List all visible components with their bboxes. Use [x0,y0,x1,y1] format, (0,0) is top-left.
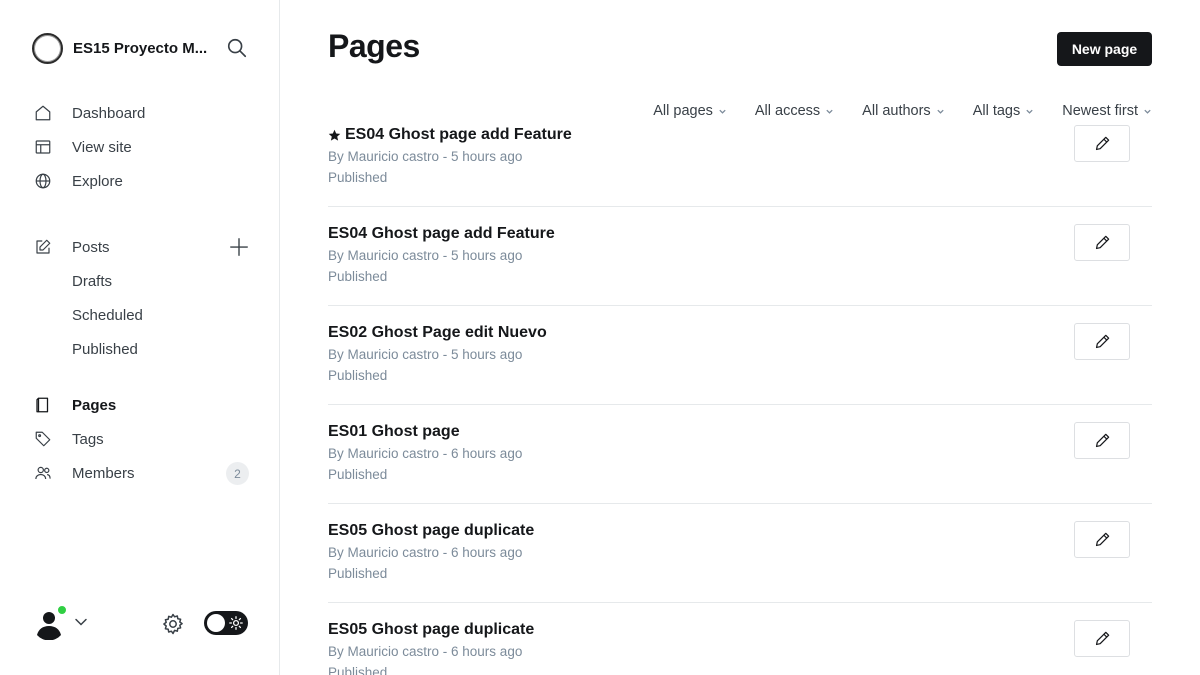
sun-icon [229,616,243,630]
online-status-dot [57,605,67,615]
edit-button[interactable] [1074,323,1130,360]
page-item-meta: By Mauricio castro - 6 hours ago [328,446,523,461]
list-item[interactable]: ES02 Ghost Page edit Nuevo By Mauricio c… [328,306,1152,405]
sidebar-item-label: Drafts [72,272,113,290]
home-icon [32,102,54,124]
page-item-title: ES01 Ghost page [328,423,460,440]
sidebar-item-label: View site [72,138,132,156]
chevron-down-icon [719,109,726,114]
edit-button[interactable] [1074,620,1130,657]
edit-button[interactable] [1074,224,1130,261]
sidebar-item-members[interactable]: Members 2 [32,456,262,490]
chevron-down-icon[interactable] [74,615,88,629]
list-item[interactable]: ES04 Ghost page add Feature By Mauricio … [328,117,1152,207]
page-item-meta: By Mauricio castro - 5 hours ago [328,248,523,263]
sidebar-item-label: Explore [72,172,123,190]
page-title-row: ES04 Ghost page add Feature [328,225,555,243]
page-item-title: ES04 Ghost page add Feature [345,126,572,143]
edit-button[interactable] [1074,521,1130,558]
pages-list-scroll: ES04 Ghost page add Feature By Mauricio … [328,117,1152,675]
page-item-title: ES05 Ghost page duplicate [328,522,535,539]
new-page-button[interactable]: New page [1057,32,1152,66]
edit-icon [32,236,54,258]
pencil-icon [1095,334,1109,349]
page-item-status: Published [328,566,388,581]
sidebar-item-published[interactable]: Published [32,332,262,366]
tag-icon [32,428,54,450]
edit-button[interactable] [1074,125,1130,162]
search-icon[interactable] [226,37,248,59]
globe-icon [32,170,54,192]
sidebar-item-label: Posts [72,238,110,256]
chevron-down-icon [937,109,944,114]
star-icon [328,129,341,141]
sidebar-footer [32,604,252,642]
page-item-status: Published [328,665,388,675]
page-title-row: ES02 Ghost Page edit Nuevo [328,324,547,342]
sidebar-item-tags[interactable]: Tags [32,422,262,456]
chevron-down-icon [826,109,833,114]
page-title: Pages [328,28,420,64]
page-item-title: ES05 Ghost page duplicate [328,621,535,638]
list-item[interactable]: ES04 Ghost page add Feature By Mauricio … [328,207,1152,306]
gear-icon[interactable] [161,612,185,636]
theme-toggle[interactable] [204,611,248,635]
chevron-down-icon [1144,109,1151,114]
nav-main: Dashboard View site Explore [32,96,262,198]
pencil-icon [1095,532,1109,547]
site-title: ES15 Proyecto M... [73,39,208,57]
sidebar-item-label: Scheduled [72,306,143,324]
pages-list[interactable]: ES04 Ghost page add Feature By Mauricio … [328,117,1152,675]
layout-icon [32,136,54,158]
members-count-badge: 2 [226,462,249,485]
sidebar-item-label: Pages [72,396,117,414]
page-title-row: ES05 Ghost page duplicate [328,621,534,639]
pencil-icon [1095,136,1109,151]
sidebar-item-label: Dashboard [72,104,146,122]
page-item-meta: By Mauricio castro - 5 hours ago [328,149,523,164]
chevron-down-icon [1026,109,1033,114]
page-title-row: ES05 Ghost page duplicate [328,522,534,540]
site-logo [32,32,63,64]
toggle-knob [207,614,225,632]
list-item[interactable]: ES01 Ghost page By Mauricio castro - 6 h… [328,405,1152,504]
page-item-meta: By Mauricio castro - 6 hours ago [328,545,523,560]
sidebar-item-drafts[interactable]: Drafts [32,264,262,298]
sidebar-item-scheduled[interactable]: Scheduled [32,298,262,332]
page-item-status: Published [328,269,388,284]
page-title-row: ES04 Ghost page add Feature [328,126,572,144]
pencil-icon [1095,433,1109,448]
pencil-icon [1095,235,1109,250]
nav-secondary: Pages Tags Members 2 [32,388,262,490]
page-title-row: ES01 Ghost page [328,423,460,441]
plus-icon[interactable] [228,236,250,258]
edit-button[interactable] [1074,422,1130,459]
page-item-meta: By Mauricio castro - 5 hours ago [328,347,523,362]
sidebar-item-pages[interactable]: Pages [32,388,262,422]
sidebar-item-explore[interactable]: Explore [32,164,262,198]
page-item-status: Published [328,170,388,185]
members-icon [32,462,54,484]
main-content: Pages New page All pages All access All … [280,0,1200,675]
sidebar-item-posts[interactable]: Posts [32,230,262,264]
sidebar-item-label: Tags [72,430,104,448]
list-item[interactable]: ES05 Ghost page duplicate By Mauricio ca… [328,603,1152,675]
list-item[interactable]: ES05 Ghost page duplicate By Mauricio ca… [328,504,1152,603]
page-item-title: ES04 Ghost page add Feature [328,225,555,242]
page-icon [32,394,54,416]
sidebar-item-view-site[interactable]: View site [32,130,262,164]
sidebar-item-label: Published [72,340,138,358]
nav-posts: Posts Drafts Scheduled Published [32,230,262,366]
sidebar-item-dashboard[interactable]: Dashboard [32,96,262,130]
page-item-title: ES02 Ghost Page edit Nuevo [328,324,547,341]
page-item-meta: By Mauricio castro - 6 hours ago [328,644,523,659]
sidebar-item-label: Members [72,464,135,482]
site-brand[interactable]: ES15 Proyecto M... [32,32,213,64]
page-item-status: Published [328,467,388,482]
pencil-icon [1095,631,1109,646]
page-item-status: Published [328,368,388,383]
sidebar: ES15 Proyecto M... Dashboard View site E… [0,0,280,675]
